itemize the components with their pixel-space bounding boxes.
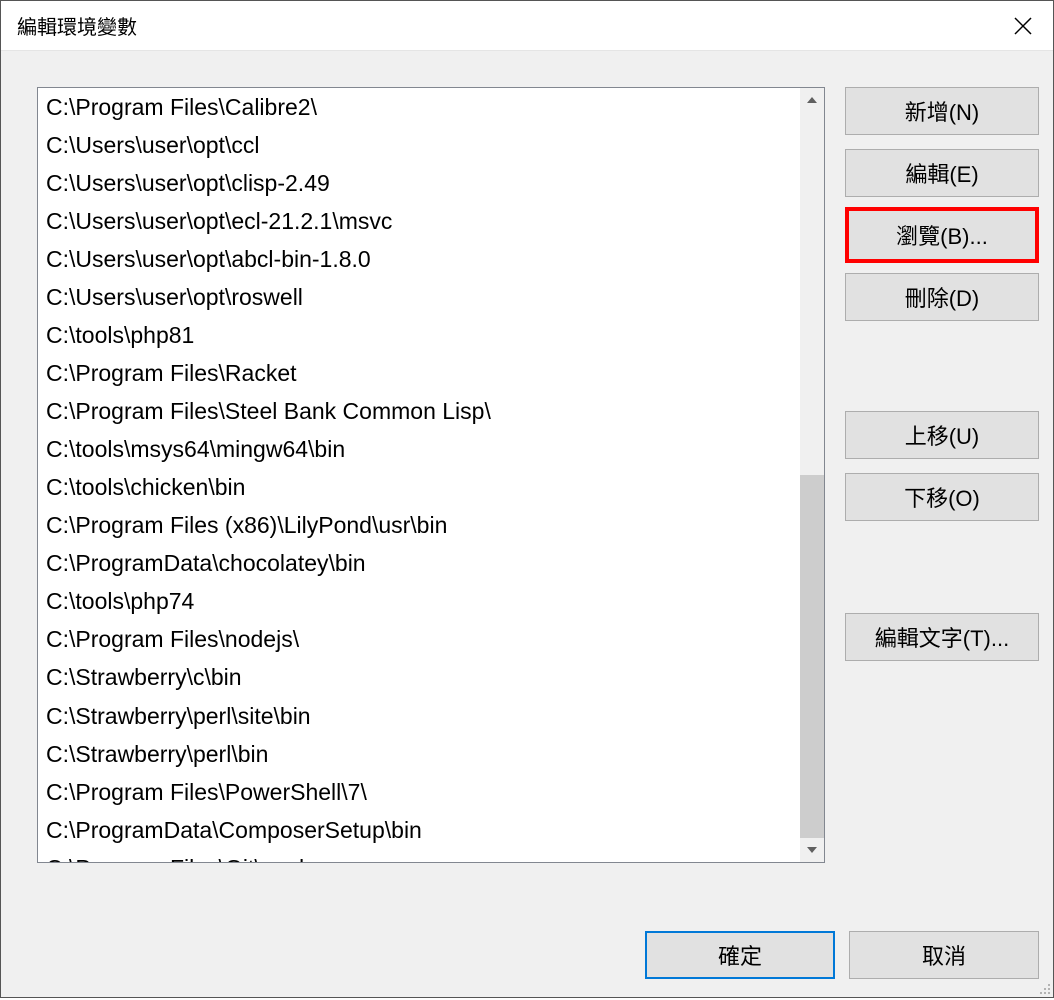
- window-title: 編輯環境變數: [17, 11, 137, 40]
- list-item[interactable]: C:\tools\php74: [38, 582, 800, 620]
- list-item[interactable]: C:\tools\msys64\mingw64\bin: [38, 430, 800, 468]
- edit-button[interactable]: 編輯(E): [845, 149, 1039, 197]
- list-item[interactable]: C:\tools\php81: [38, 316, 800, 354]
- close-icon: [1013, 16, 1033, 36]
- browse-button[interactable]: 瀏覽(B)...: [845, 207, 1039, 263]
- list-item[interactable]: C:\Program Files (x86)\LilyPond\usr\bin: [38, 506, 800, 544]
- list-item[interactable]: C:\Users\user\opt\ccl: [38, 126, 800, 164]
- list-item[interactable]: C:\Strawberry\c\bin: [38, 658, 800, 696]
- right-panel: 新增(N) 編輯(E) 瀏覽(B)... 刪除(D) 上移(U) 下移(O) 編…: [845, 87, 1039, 983]
- list-item[interactable]: C:\Strawberry\perl\site\bin: [38, 697, 800, 735]
- cancel-button[interactable]: 取消: [849, 931, 1039, 979]
- titlebar: 編輯環境變數: [1, 1, 1053, 51]
- spacer: [845, 335, 1039, 397]
- scroll-down-arrow[interactable]: [800, 838, 824, 862]
- spacer: [845, 535, 1039, 599]
- list-item[interactable]: C:\Program Files\Git\cmd: [38, 849, 800, 862]
- scroll-up-arrow[interactable]: [800, 88, 824, 112]
- vertical-scrollbar[interactable]: [800, 88, 824, 862]
- list-item[interactable]: C:\ProgramData\chocolatey\bin: [38, 544, 800, 582]
- dialog-content: C:\Program Files\Calibre2\C:\Users\user\…: [1, 51, 1053, 997]
- list-item[interactable]: C:\Users\user\opt\abcl-bin-1.8.0: [38, 240, 800, 278]
- edit-environment-variable-dialog: 編輯環境變數 C:\Program Files\Calibre2\C:\User…: [0, 0, 1054, 998]
- list-item[interactable]: C:\Users\user\opt\ecl-21.2.1\msvc: [38, 202, 800, 240]
- list-item[interactable]: C:\Program Files\Calibre2\: [38, 88, 800, 126]
- list-item[interactable]: C:\Program Files\PowerShell\7\: [38, 773, 800, 811]
- list-item[interactable]: C:\Program Files\Racket: [38, 354, 800, 392]
- path-listbox-container: C:\Program Files\Calibre2\C:\Users\user\…: [37, 87, 825, 863]
- ok-button[interactable]: 確定: [645, 931, 835, 979]
- bottom-buttons: 確定 取消: [645, 931, 1039, 979]
- resize-grip-icon: [1037, 981, 1051, 995]
- list-item[interactable]: C:\Program Files\nodejs\: [38, 620, 800, 658]
- chevron-down-icon: [807, 847, 817, 853]
- list-item[interactable]: C:\tools\chicken\bin: [38, 468, 800, 506]
- edit-text-button[interactable]: 編輯文字(T)...: [845, 613, 1039, 661]
- scroll-track[interactable]: [800, 112, 824, 838]
- left-panel: C:\Program Files\Calibre2\C:\Users\user\…: [37, 87, 825, 983]
- path-listbox[interactable]: C:\Program Files\Calibre2\C:\Users\user\…: [38, 88, 800, 862]
- resize-grip[interactable]: [1037, 981, 1051, 995]
- list-item[interactable]: C:\Strawberry\perl\bin: [38, 735, 800, 773]
- new-button[interactable]: 新增(N): [845, 87, 1039, 135]
- close-button[interactable]: [993, 1, 1053, 51]
- chevron-up-icon: [807, 97, 817, 103]
- list-item[interactable]: C:\Users\user\opt\clisp-2.49: [38, 164, 800, 202]
- list-item[interactable]: C:\Program Files\Steel Bank Common Lisp\: [38, 392, 800, 430]
- list-item[interactable]: C:\Users\user\opt\roswell: [38, 278, 800, 316]
- move-down-button[interactable]: 下移(O): [845, 473, 1039, 521]
- scroll-thumb[interactable]: [800, 475, 824, 838]
- move-up-button[interactable]: 上移(U): [845, 411, 1039, 459]
- delete-button[interactable]: 刪除(D): [845, 273, 1039, 321]
- list-item[interactable]: C:\ProgramData\ComposerSetup\bin: [38, 811, 800, 849]
